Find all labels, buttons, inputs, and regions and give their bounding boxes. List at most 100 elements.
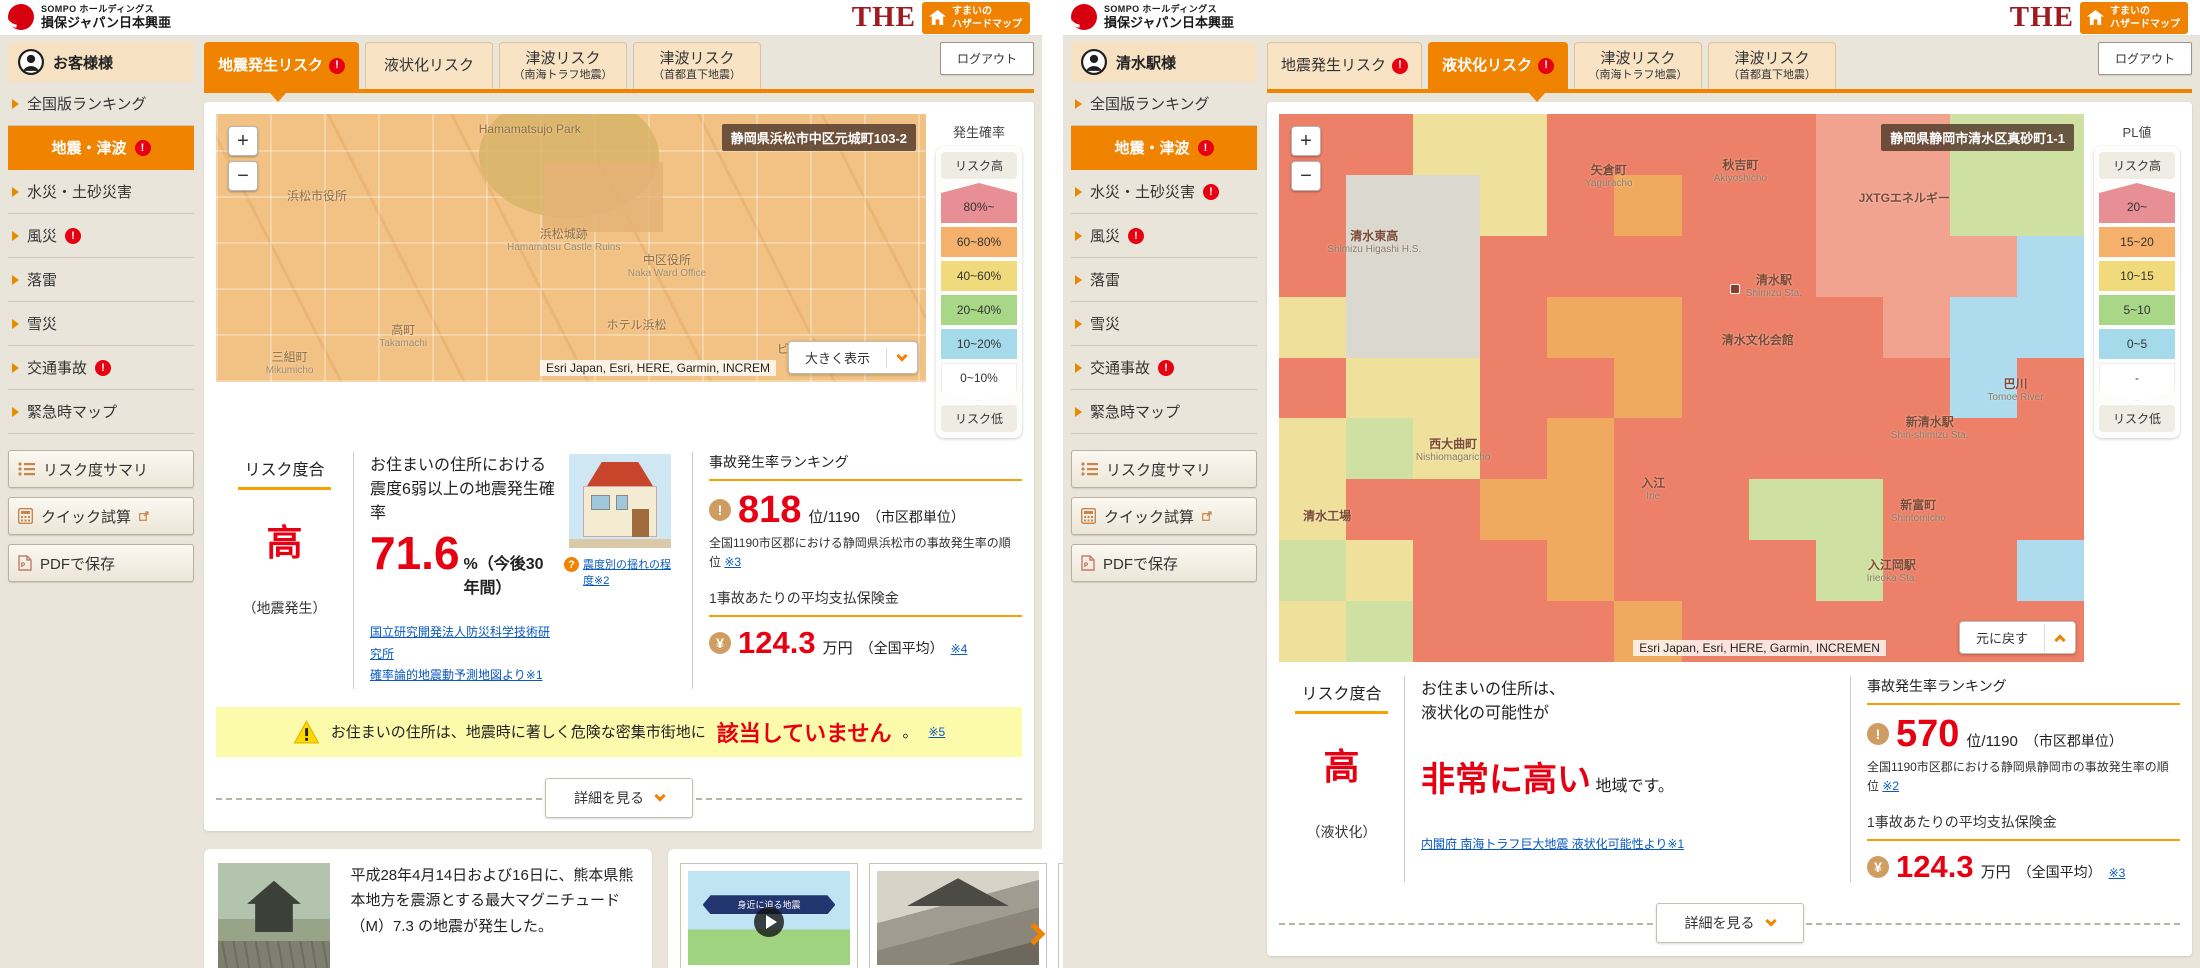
alert-badge-icon [1203,184,1219,200]
chevron-right-icon [12,319,19,329]
payout-link[interactable]: ※4 [951,642,968,656]
enlarge-map-button[interactable]: 大きく表示 [788,341,918,374]
rank-note: 全国1190市区郡における静岡県静岡市の事故発生率の順位 [1867,760,2169,793]
legend-item: 10~15 [2099,261,2175,291]
risk-summary-button[interactable]: リスク度サマリ [8,450,194,488]
map-attribution: Esri Japan, Esri, HERE, Garmin, INCREMEN [1633,640,1886,656]
zoom-out-button[interactable]: − [228,161,258,191]
sidebar-item-emergency-map[interactable]: 緊急時マップ [1071,390,1257,434]
sidebar-item-lightning[interactable]: 落雷 [1071,258,1257,302]
source-link-2[interactable]: 確率論的地震動予測地図より※1 [370,668,543,682]
liquefaction-level-text: 非常に高い [1421,761,1591,799]
chevron-down-icon [896,350,907,361]
sidebar-item-traffic-accident[interactable]: 交通事故 [1071,346,1257,390]
sidebar-item-wind[interactable]: 風災 [1071,214,1257,258]
sidebar-item-national-ranking[interactable]: 全国版ランキング [8,82,194,126]
map-zoom-controls: + − [1291,126,1321,191]
reset-map-button[interactable]: 元に戻す [1959,621,2076,654]
warning-link[interactable]: ※5 [928,725,945,739]
sidebar-item-flood-landslide[interactable]: 水災・土砂災害 [8,170,194,214]
sidebar-item-earthquake-tsunami[interactable]: 地震・津波 [8,126,194,170]
legend-low-label: リスク低 [941,405,1017,432]
quick-estimate-button[interactable]: クイック試算 [8,497,194,535]
sidebar-item-emergency-map[interactable]: 緊急時マップ [8,390,194,434]
chevron-right-icon [12,363,19,373]
kumamoto-photo [218,863,330,968]
alert-badge-icon [65,228,81,244]
sidebar-item-national-ranking[interactable]: 全国版ランキング [1071,82,1257,126]
tab-tsunami-nankai[interactable]: 津波リスク（南海トラフ地震） [499,42,627,89]
accident-ranking-block: 事故発生率ランキング 570 位/1190 （市区郡単位） 全国1190市区郡に… [1850,676,2180,882]
tab-tsunami-capital[interactable]: 津波リスク（首都直下地震） [1708,42,1836,89]
media-item-video[interactable]: 身近に迫る地震 【動画】身近に迫る地震 [680,863,858,968]
legend-item: 40~60% [941,261,1017,291]
tab-liquefaction-risk[interactable]: 液状化リスク [1428,42,1568,89]
rank-alert-icon [1867,723,1889,745]
user-box: 清水駅様 [1071,42,1257,82]
legend-item: 80%~ [941,183,1017,223]
quick-estimate-button[interactable]: クイック試算 [1071,497,1257,535]
tab-tsunami-capital[interactable]: 津波リスク（首都直下地震） [633,42,761,89]
payout-link[interactable]: ※3 [2109,866,2126,880]
risk-summary-button[interactable]: リスク度サマリ [1071,450,1257,488]
payout-title: 1事故あたりの平均支払保険金 [709,588,1022,617]
sidebar-item-lightning[interactable]: 落雷 [8,258,194,302]
external-link-icon [139,511,149,521]
sidebar-item-wind[interactable]: 風災 [8,214,194,258]
rank-note-link[interactable]: ※3 [724,555,741,569]
save-pdf-button[interactable]: PPDFで保存 [1071,544,1257,582]
risk-desc-line1: お住まいの住所は、 [1421,678,1834,702]
station-marker-icon [1730,284,1740,294]
risk-summary-row: リスク度合 高 （地震発生） お住まいの住所における 震度6弱以上の地震発生確率… [216,452,1022,689]
sidebar-item-earthquake-tsunami[interactable]: 地震・津波 [1071,126,1257,170]
rank-note-link[interactable]: ※2 [1882,779,1899,793]
tab-earthquake-risk[interactable]: 地震発生リスク [204,42,359,89]
rank-note: 全国1190市区郡における静岡県浜松市の事故発生率の順位 [709,536,1011,569]
tab-underline [204,89,1034,93]
show-details-button[interactable]: 詳細を見る [545,778,693,818]
show-details-button[interactable]: 詳細を見る [1656,903,1804,943]
user-avatar-icon [1081,49,1107,75]
rank-suffix: 位/1190 [808,506,859,527]
map-address-label: 静岡県浜松市中区元城町103-2 [722,124,916,151]
risk-card: 矢倉町Yaguracho 清水東高Shimizu Higashi H.S. 秋吉… [1267,102,2192,956]
panel-earthquake-risk: SOMPO ホールディングス 損保ジャパン日本興亜 THE すまいのハザードマッ… [0,0,1042,968]
alert-badge-icon [135,140,151,156]
alert-badge-icon [329,58,345,74]
legend-item: 0~5 [2099,329,2175,359]
map-viewport[interactable]: 矢倉町Yaguracho 清水東高Shimizu Higashi H.S. 秋吉… [1279,114,2084,662]
sidebar-item-snow[interactable]: 雪災 [8,302,194,346]
media-item-building-damage[interactable]: 地震による建物損壊（一戸建） [869,863,1047,968]
logout-button[interactable]: ログアウト [940,42,1034,75]
sidebar-item-snow[interactable]: 雪災 [1071,302,1257,346]
tab-liquefaction-risk[interactable]: 液状化リスク [365,42,493,89]
event-description: 平成28年4月14日および16日に、熊本県熊本地方を震源とする最大マグニチュード… [350,863,638,968]
yen-icon [709,632,731,654]
rank-value: 818 [738,491,801,529]
sidebar-item-flood-landslide[interactable]: 水災・土砂災害 [1071,170,1257,214]
tab-earthquake-risk[interactable]: 地震発生リスク [1267,42,1422,89]
sidebar: 清水駅様 全国版ランキング 地震・津波 水災・土砂災害 風災 落雷 雪災 交通事… [1071,42,1257,956]
map-viewport[interactable]: Hamamatsujo Park 浜松城跡Hamamatsu Castle Ru… [216,114,926,382]
save-pdf-button[interactable]: PPDFで保存 [8,544,194,582]
sidebar: お客様様 全国版ランキング 地震・津波 水災・土砂災害 風災 落雷 雪災 交通事… [8,42,194,968]
zoom-out-button[interactable]: − [1291,161,1321,191]
zoom-in-button[interactable]: + [1291,126,1321,156]
house-icon [2086,9,2105,26]
chevron-right-icon [1075,187,1082,197]
calculator-icon [1081,508,1096,524]
play-icon [754,907,784,937]
logout-button[interactable]: ログアウト [2098,42,2192,75]
ranking-title: 事故発生率ランキング [1867,676,2180,705]
source-link[interactable]: 内閣府 南海トラフ巨大地震 液状化可能性より※1 [1421,837,1684,851]
source-link-1[interactable]: 国立研究開発法人防災科学技術研究所 [370,625,550,661]
alert-badge-icon [1198,140,1214,156]
zoom-in-button[interactable]: + [228,126,258,156]
tab-tsunami-nankai[interactable]: 津波リスク（南海トラフ地震） [1574,42,1702,89]
sidebar-item-traffic-accident[interactable]: 交通事故 [8,346,194,390]
chevron-down-icon [654,790,665,801]
shaking-degree-link[interactable]: 震度別の揺れの程度※2 [583,556,676,588]
sompo-company-text: 損保ジャパン日本興亜 [41,15,171,31]
warning-text: お住まいの住所は、地震時に著しく危険な密集市街地に [331,721,706,742]
list-icon [1081,462,1098,476]
